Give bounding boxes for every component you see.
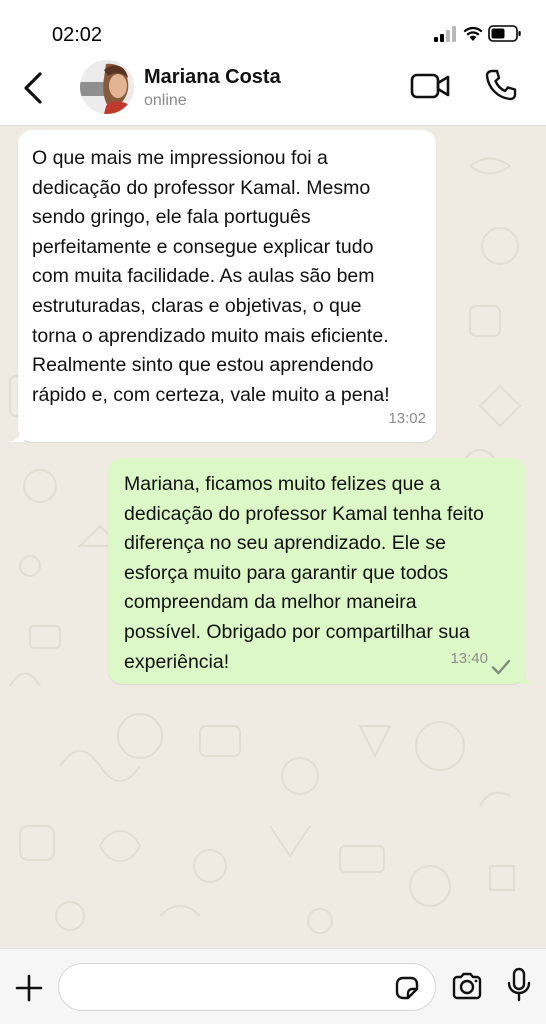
voice-call-button[interactable]: [484, 68, 518, 102]
video-call-button[interactable]: [410, 70, 452, 102]
chat-area[interactable]: O que mais me impressionou foi a dedicaç…: [0, 126, 546, 948]
camera-icon: [452, 972, 482, 1000]
phone-icon: [485, 69, 517, 101]
attach-button[interactable]: [14, 973, 44, 1003]
bubble-tail: [520, 670, 534, 684]
battery-icon: [488, 25, 521, 42]
mic-button[interactable]: [506, 967, 532, 1003]
camera-button[interactable]: [450, 971, 484, 1001]
status-time: 02:02: [52, 24, 103, 46]
outgoing-message[interactable]: Mariana, ficamos muito felizes que a ded…: [108, 458, 534, 684]
status-icons: [432, 24, 522, 44]
contact-info[interactable]: Mariana Costa online: [144, 66, 281, 110]
contact-status: online: [144, 92, 187, 109]
input-bar: [0, 948, 546, 1024]
sticker-icon: [395, 976, 419, 1000]
wifi-icon: [463, 26, 483, 41]
microphone-icon: [507, 967, 531, 1002]
message-input[interactable]: [58, 963, 436, 1011]
signal-icon: [434, 26, 456, 42]
sticker-button[interactable]: [392, 973, 422, 1003]
back-arrow-icon: [24, 72, 42, 104]
video-camera-icon: [410, 73, 450, 99]
bubble-tail: [10, 428, 24, 442]
chat-header: Mariana Costa online: [0, 58, 546, 126]
status-bar: 02:02: [0, 0, 546, 58]
message-time: 13:02: [388, 410, 426, 428]
single-check-icon: [491, 659, 511, 675]
back-button[interactable]: [16, 68, 50, 108]
message-text: O que mais me impressionou foi a dedicaç…: [32, 147, 390, 406]
avatar[interactable]: [80, 60, 134, 114]
message-time: 13:40: [450, 650, 488, 668]
avatar-photo: [80, 60, 134, 114]
plus-icon: [15, 974, 43, 1002]
incoming-message[interactable]: O que mais me impressionou foi a dedicaç…: [10, 130, 436, 442]
contact-name: Mariana Costa: [144, 66, 281, 88]
